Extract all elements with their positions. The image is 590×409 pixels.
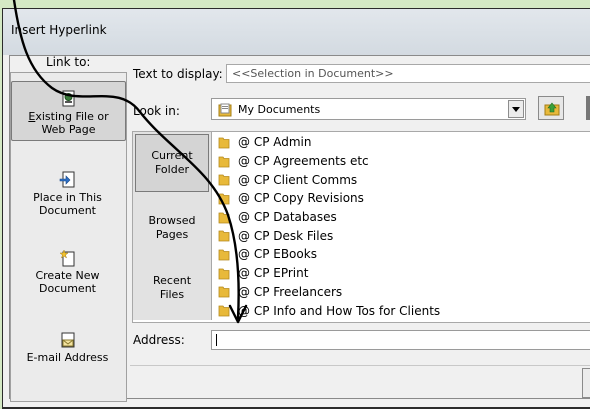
location-label: Browsed — [148, 214, 196, 227]
folder-icon — [218, 212, 230, 223]
folder-icon — [218, 230, 230, 242]
ok-button-partial[interactable] — [582, 368, 590, 398]
sidebar-item-label: Create New — [35, 269, 100, 282]
folder-list: @ CP Admin @ CP Agreements etc @ CP Clie… — [218, 133, 440, 320]
create-new-document-icon — [58, 249, 74, 267]
folder-icon — [218, 156, 230, 167]
text-caret — [216, 334, 217, 346]
folder-icon — [218, 286, 230, 298]
list-item[interactable]: @ CP Copy Revisions — [218, 189, 440, 208]
link-to-sidebar: Existing File or Web Page Place in This … — [10, 72, 127, 402]
chevron-down-icon[interactable] — [508, 100, 524, 118]
list-item[interactable]: @ CP Databases — [218, 208, 440, 227]
place-in-document-icon — [59, 171, 74, 188]
link-to-label: Link to: — [46, 55, 91, 69]
sidebar-item-label2: Web Page — [41, 123, 96, 136]
sidebar-item-existing-file[interactable]: Existing File or Web Page — [11, 81, 126, 141]
folder-icon — [218, 249, 230, 261]
current-folder-button[interactable]: Current Folder — [135, 134, 209, 192]
email-address-icon — [61, 332, 74, 348]
sidebar-item-email-address[interactable]: E-mail Address — [11, 331, 124, 364]
list-item[interactable]: @ CP Info and How Tos for Clients — [218, 301, 440, 320]
list-item[interactable]: @ CP Admin — [218, 133, 440, 152]
folder-name: @ CP Info and How Tos for Clients — [238, 303, 441, 318]
toolbar-edge — [586, 96, 590, 120]
text-to-display-input[interactable]: <<Selection in Document>> — [226, 64, 590, 83]
existing-file-icon — [62, 90, 74, 107]
folder-name: @ CP Databases — [238, 210, 337, 225]
folder-name: @ CP EPrint — [238, 266, 309, 281]
folder-name: @ CP Desk Files — [238, 228, 334, 243]
list-item[interactable]: @ CP EBooks — [218, 245, 440, 264]
documents-folder-icon — [218, 103, 232, 117]
sidebar-item-label: xisting File or — [35, 110, 109, 123]
location-buttons: Current Folder Browsed Pages Recent File… — [133, 132, 212, 320]
sidebar-item-label: E-mail Address — [26, 351, 109, 364]
text-to-display-label: Text to display: — [133, 67, 223, 81]
look-in-label: Look in: — [133, 104, 180, 118]
list-item[interactable]: @ CP EPrint — [218, 264, 440, 283]
recent-files-button[interactable]: Recent Files — [135, 274, 209, 302]
folder-icon — [218, 193, 230, 205]
sidebar-item-label2: Document — [39, 204, 96, 217]
folder-name: @ CP Client Comms — [238, 172, 358, 187]
browsed-pages-button[interactable]: Browsed Pages — [135, 214, 209, 242]
sidebar-item-label2: Document — [39, 282, 96, 295]
location-label2: Folder — [155, 163, 189, 176]
location-label2: Pages — [155, 228, 189, 241]
folder-icon — [218, 174, 230, 186]
divider — [130, 365, 590, 366]
sidebar-item-create-new-document[interactable]: Create New Document — [11, 249, 124, 295]
title-bar[interactable]: Insert Hyperlink — [3, 9, 590, 55]
address-input[interactable] — [211, 330, 590, 350]
sidebar-item-label: Place in This — [33, 191, 102, 204]
folder-icon — [218, 137, 230, 149]
folder-icon — [218, 305, 230, 317]
folder-name: @ CP Copy Revisions — [238, 191, 364, 206]
folder-icon — [218, 268, 230, 280]
location-label2: Files — [159, 288, 185, 301]
folder-name: @ CP Admin — [238, 135, 312, 150]
up-folder-icon — [544, 102, 560, 116]
location-label: Recent — [152, 274, 192, 287]
up-one-folder-button[interactable] — [538, 96, 564, 120]
address-label: Address: — [133, 333, 185, 347]
list-item[interactable]: @ CP Agreements etc — [218, 152, 440, 171]
list-item[interactable]: @ CP Freelancers — [218, 283, 440, 302]
location-label: Current — [151, 149, 193, 162]
list-item[interactable]: @ CP Desk Files — [218, 226, 440, 245]
sidebar-item-place-in-document[interactable]: Place in This Document — [11, 171, 124, 217]
look-in-dropdown[interactable]: My Documents — [211, 98, 526, 120]
dialog-title: Insert Hyperlink — [11, 23, 107, 37]
look-in-value: My Documents — [238, 103, 321, 116]
folder-name: @ CP Agreements etc — [238, 154, 369, 169]
folder-name: @ CP Freelancers — [238, 284, 343, 299]
list-item[interactable]: @ CP Client Comms — [218, 170, 440, 189]
folder-name: @ CP EBooks — [238, 247, 317, 262]
